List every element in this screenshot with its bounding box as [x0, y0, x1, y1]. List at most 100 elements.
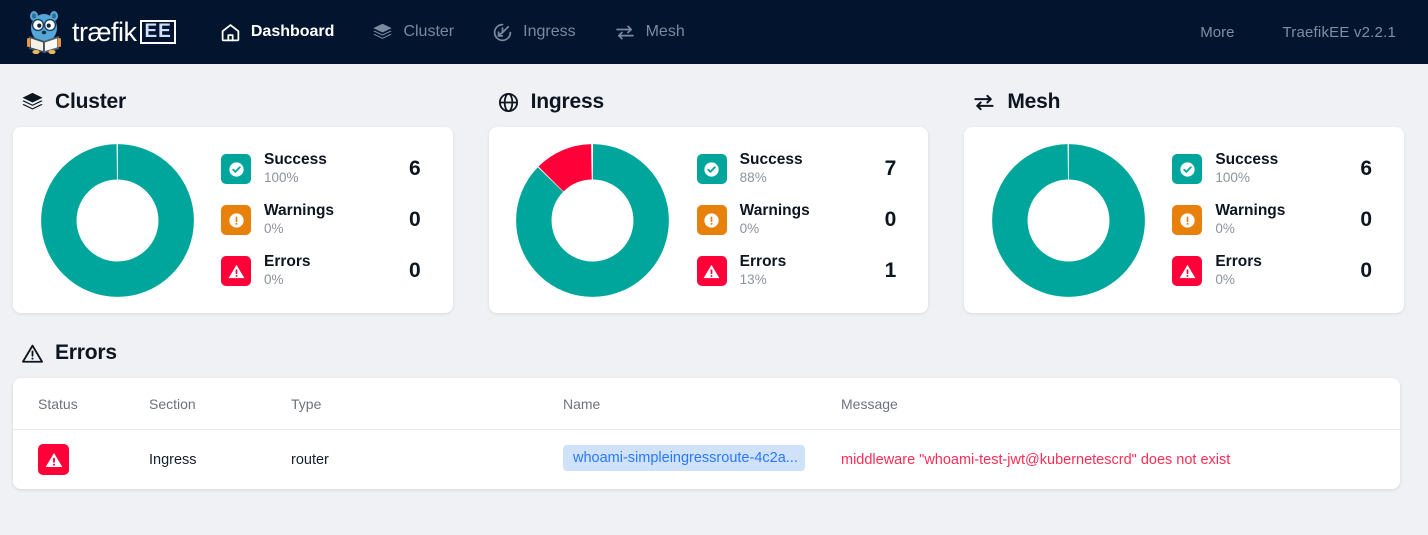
- top-navigation-bar: træfik EE Dashboard Cluster Ingress Mesh…: [0, 0, 1428, 64]
- resource-name-chip[interactable]: whoami-simpleingressroute-4c2a...: [563, 444, 805, 471]
- cell-name: whoami-simpleingressroute-4c2a...: [563, 430, 841, 490]
- stat-label: Success: [739, 151, 803, 169]
- version-label: TraefikEE v2.2.1: [1282, 23, 1396, 41]
- errors-title: Errors: [55, 341, 117, 364]
- traefik-gopher-icon: [27, 11, 61, 54]
- section-title: Ingress: [530, 90, 605, 113]
- stat-row-errors: Errors 0% 0: [221, 246, 429, 297]
- brand-name: træfik: [72, 16, 137, 47]
- stat-value: 1: [884, 259, 897, 282]
- section-header-ingress: Ingress: [497, 90, 929, 114]
- section-mesh: Mesh Success 100% 6 Warnings 0% 0 Errors…: [964, 90, 1405, 313]
- layers-icon: [22, 92, 43, 109]
- check-circle-icon: [221, 154, 251, 184]
- nav-item-dashboard[interactable]: Dashboard: [220, 22, 335, 43]
- stat-percent: 13%: [739, 272, 767, 288]
- donut-chart-mesh: [964, 143, 1172, 298]
- stat-card-cluster: Success 100% 6 Warnings 0% 0 Errors 0% 0: [13, 127, 453, 313]
- ingress-gauge-icon: [493, 23, 512, 41]
- brand-logo[interactable]: træfik EE: [24, 10, 176, 54]
- warning-triangle-icon: [221, 256, 251, 286]
- check-circle-icon: [1172, 154, 1203, 184]
- stat-row-warnings: Warnings 0% 0: [221, 195, 429, 246]
- stat-label: Warnings: [739, 202, 810, 220]
- stat-card-ingress: Success 88% 7 Warnings 0% 0 Errors 13% 1: [488, 127, 929, 313]
- check-circle-icon: [696, 154, 727, 184]
- section-cluster: Cluster Success 100% 6 Warnings 0% 0 Err…: [13, 90, 453, 313]
- cell-section: Ingress: [149, 451, 197, 468]
- stat-row-errors: Errors 0% 0: [1172, 246, 1380, 297]
- exclamation-circle-glyph: [228, 212, 244, 228]
- table-row[interactable]: Ingress router whoami-simpleingressroute…: [13, 430, 1400, 490]
- section-header-cluster: Cluster: [21, 90, 453, 114]
- nav-item-label: Mesh: [645, 23, 685, 40]
- column-header-type[interactable]: Type: [291, 378, 563, 430]
- stat-percent: 0%: [1215, 221, 1235, 237]
- nav-item-ingress[interactable]: Ingress: [492, 22, 576, 43]
- section-title: Cluster: [55, 90, 126, 113]
- nav-item-label: Cluster: [403, 23, 455, 40]
- warning-triangle-glyph: [703, 264, 720, 278]
- check-circle-glyph: [1180, 161, 1195, 177]
- stat-card-mesh: Success 100% 6 Warnings 0% 0 Errors 0% 0: [964, 127, 1405, 313]
- nav-item-cluster[interactable]: Cluster: [372, 22, 454, 43]
- brand-wordmark: træfik EE: [72, 17, 176, 48]
- globe-icon: [498, 92, 518, 112]
- stat-row-success: Success 100% 6: [221, 144, 429, 195]
- exclamation-circle-glyph: [704, 212, 719, 228]
- errors-table-body: Ingress router whoami-simpleingressroute…: [13, 430, 1400, 490]
- stat-label: Warnings: [264, 202, 335, 220]
- more-menu-button[interactable]: More: [1200, 24, 1234, 41]
- section-header-mesh: Mesh: [972, 90, 1404, 114]
- stat-percent: 88%: [739, 170, 767, 186]
- stat-row-success: Success 88% 7: [696, 144, 905, 195]
- stat-label: Errors: [739, 253, 787, 271]
- stat-label: Errors: [1215, 253, 1262, 271]
- errors-table: Status Section Type Name Message Ingress…: [13, 378, 1400, 489]
- stat-percent: 0%: [264, 272, 284, 288]
- exclamation-circle-glyph: [1180, 212, 1195, 228]
- stat-list-mesh: Success 100% 6 Warnings 0% 0 Errors 0% 0: [1172, 144, 1394, 297]
- column-header-section[interactable]: Section: [149, 378, 291, 430]
- warning-triangle-outline-icon: [22, 344, 43, 363]
- stat-row-warnings: Warnings 0% 0: [696, 195, 905, 246]
- stat-label: Errors: [264, 253, 311, 271]
- nav-item-mesh[interactable]: Mesh: [614, 22, 685, 43]
- exchange-arrows-icon: [974, 94, 994, 110]
- stat-value: 0: [408, 208, 421, 231]
- errors-table-card: Status Section Type Name Message Ingress…: [13, 378, 1400, 489]
- nav-items: Dashboard Cluster Ingress Mesh: [220, 22, 685, 43]
- column-header-status[interactable]: Status: [13, 378, 149, 430]
- section-ingress: Ingress Success 88% 7 Warnings 0% 0 Erro…: [488, 90, 929, 313]
- stat-row-success: Success 100% 6: [1172, 144, 1380, 195]
- errors-section: Errors Status Section Type Name Message: [0, 313, 1428, 489]
- stat-percent: 100%: [1215, 170, 1250, 186]
- stat-value: 0: [408, 259, 421, 282]
- stat-value: 6: [408, 157, 421, 180]
- exchange-arrows-icon: [615, 25, 634, 39]
- stat-value: 0: [884, 208, 897, 231]
- nav-item-label: Ingress: [523, 23, 576, 40]
- table-header-row: Status Section Type Name Message: [13, 378, 1400, 430]
- home-icon: [221, 23, 240, 41]
- cell-message: middleware "whoami-test-jwt@kubernetescr…: [841, 451, 1231, 468]
- donut-svg: [516, 143, 670, 297]
- donut-chart-ingress: [489, 143, 697, 298]
- cell-status: [13, 430, 149, 490]
- summary-cards-row: Cluster Success 1 00% 6 Warnings 0% 0 Err…: [0, 64, 1428, 313]
- cell-type: router: [291, 451, 329, 468]
- donut-chart-cluster: [13, 143, 221, 298]
- stat-value: 7: [884, 157, 897, 180]
- nav-item-label: Dashboard: [250, 23, 335, 40]
- stat-percent: 0%: [1215, 272, 1235, 288]
- column-header-message[interactable]: Message: [841, 378, 1400, 430]
- warning-triangle-glyph: [1179, 264, 1196, 278]
- section-title: Mesh: [1007, 90, 1061, 113]
- column-header-name[interactable]: Name: [563, 378, 841, 430]
- warning-triangle-icon: [38, 444, 69, 475]
- layers-icon: [373, 23, 393, 39]
- warning-triangle-icon: [1172, 256, 1203, 286]
- warning-triangle-glyph: [228, 264, 244, 278]
- exclamation-circle-icon: [696, 205, 727, 235]
- nav-right-group: More TraefikEE v2.2.1: [1200, 24, 1404, 41]
